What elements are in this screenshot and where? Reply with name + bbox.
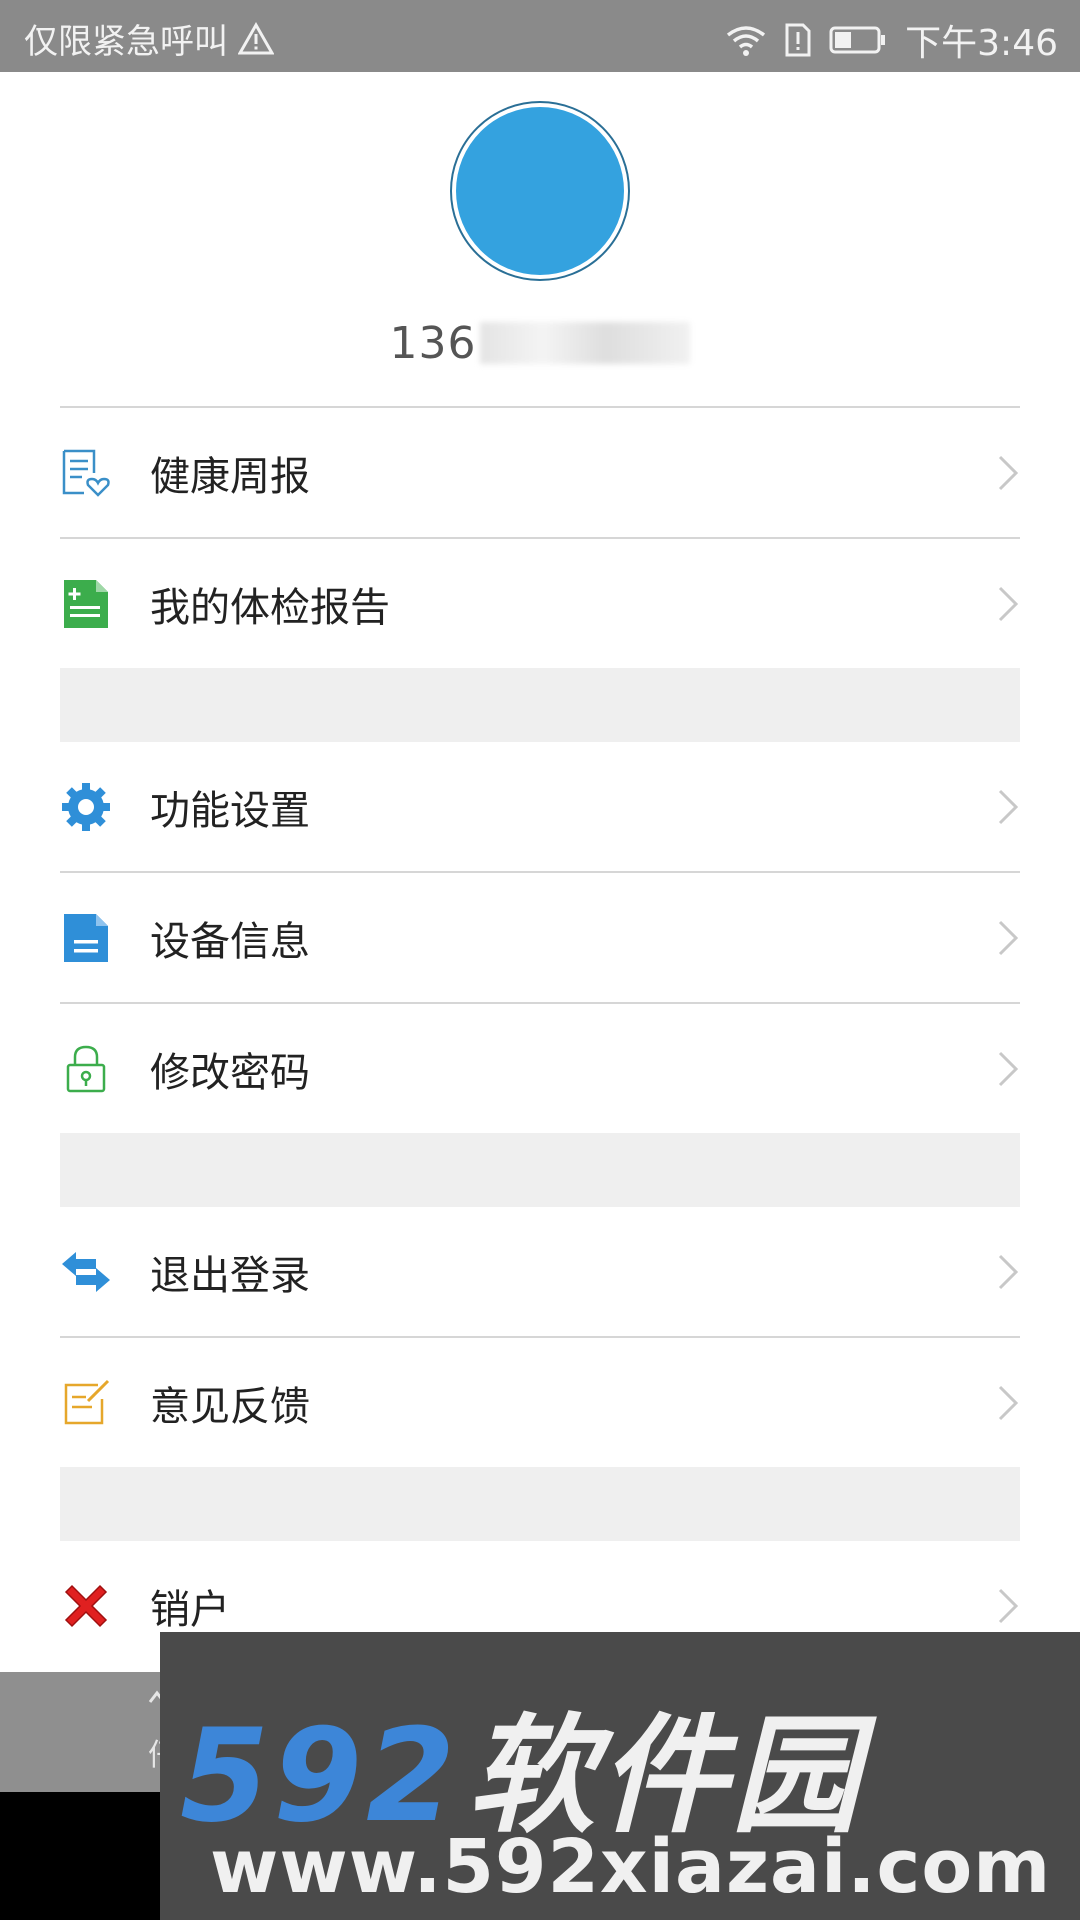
chevron-right-icon	[998, 920, 1019, 955]
emergency-call-text: 仅限紧急呼叫	[24, 22, 228, 62]
watermark-url: www.592xiazai.com	[210, 1824, 1052, 1910]
avatar-image	[456, 107, 624, 275]
phone-number: 136	[0, 318, 1080, 369]
clock: 下午3:46	[905, 23, 1058, 64]
menu-item-label: 销户	[150, 1586, 230, 1633]
close-x-icon	[64, 1584, 108, 1627]
chevron-right-icon	[998, 1254, 1019, 1289]
gear-icon	[62, 782, 110, 831]
menu-item-label: 修改密码	[150, 1049, 310, 1096]
avatar[interactable]	[450, 101, 630, 281]
battery-icon	[829, 26, 886, 54]
swap-arrows-icon	[62, 1251, 110, 1292]
warning-icon	[238, 21, 274, 54]
status-right: 下午3:46	[725, 14, 1058, 66]
chevron-right-icon	[998, 1385, 1019, 1420]
chevron-right-icon	[998, 1588, 1019, 1623]
settings-menu: 健康周报 我的体检报告 功能设置 设备信息 修改密码 退出登录 意见反馈 销户	[60, 406, 1020, 1670]
menu-item-label: 意见反馈	[150, 1383, 310, 1430]
section-separator	[60, 1133, 1020, 1207]
wifi-icon	[727, 26, 766, 56]
status-bar: 仅限紧急呼叫 下午3:46	[0, 0, 1080, 72]
medical-report-icon	[64, 579, 108, 628]
section-separator	[60, 668, 1020, 742]
menu-item-label: 健康周报	[150, 453, 310, 500]
menu-item-medical-report[interactable]: 我的体检报告	[60, 539, 1020, 668]
watermark: 592软件园 www.592xiazai.com	[160, 1632, 1080, 1920]
menu-item-logout[interactable]: 退出登录	[60, 1207, 1020, 1336]
menu-item-label: 退出登录	[150, 1252, 310, 1299]
lock-icon	[66, 1045, 106, 1092]
document-icon	[64, 913, 108, 962]
chevron-right-icon	[998, 789, 1019, 824]
health-report-icon	[62, 449, 110, 497]
feedback-edit-icon	[64, 1379, 110, 1424]
phone-number-text: 136	[389, 318, 477, 369]
menu-item-label: 功能设置	[150, 787, 310, 834]
menu-item-feedback[interactable]: 意见反馈	[60, 1338, 1020, 1467]
menu-item-change-password[interactable]: 修改密码	[60, 1004, 1020, 1133]
section-separator	[60, 1467, 1020, 1541]
sim-alert-icon	[785, 23, 811, 57]
chevron-right-icon	[998, 1051, 1019, 1086]
chevron-right-icon	[998, 586, 1019, 621]
menu-item-label: 设备信息	[150, 918, 310, 965]
phone-number-redaction	[480, 322, 691, 364]
menu-item-device-info[interactable]: 设备信息	[60, 873, 1020, 1002]
menu-item-function-settings[interactable]: 功能设置	[60, 742, 1020, 871]
status-left: 仅限紧急呼叫	[24, 14, 274, 63]
chevron-right-icon	[998, 455, 1019, 490]
menu-item-health-weekly[interactable]: 健康周报	[60, 408, 1020, 537]
menu-item-label: 我的体检报告	[150, 584, 390, 631]
